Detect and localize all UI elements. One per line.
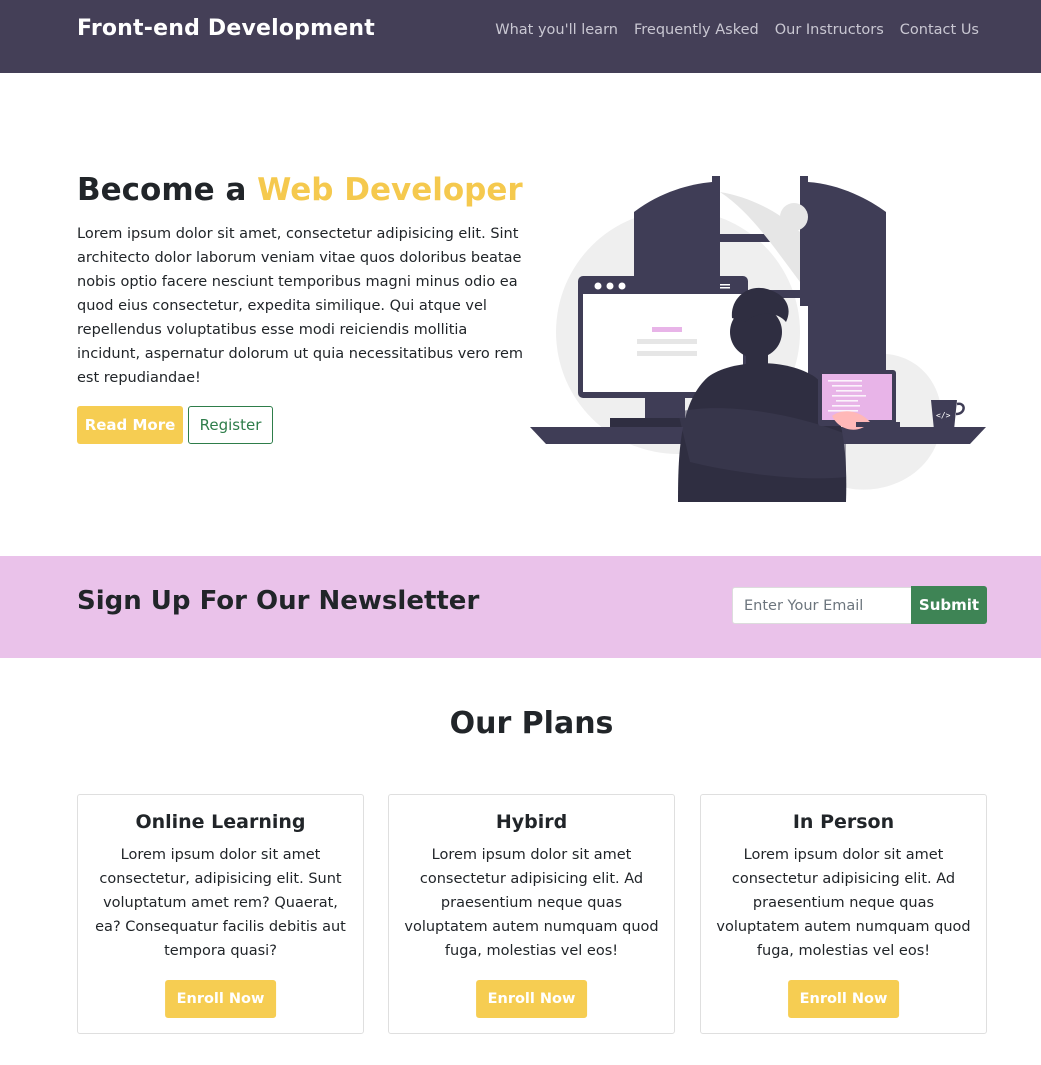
nav-link-what-youll-learn[interactable]: What you'll learn (495, 22, 618, 38)
nav-links: What you'll learn Frequently Asked Our I… (495, 22, 979, 38)
plan-card-in-person: In Person Lorem ipsum dolor sit amet con… (700, 794, 987, 1034)
register-button[interactable]: Register (188, 406, 273, 444)
newsletter-title: Sign Up For Our Newsletter (77, 586, 480, 616)
hero-title: Become a Web Developer (77, 172, 523, 208)
nav-link-contact-us[interactable]: Contact Us (900, 22, 979, 38)
plan-card-title: In Person (792, 811, 895, 833)
hero-title-accent: Web Developer (257, 172, 523, 208)
hero-description: Lorem ipsum dolor sit amet, consectetur … (77, 226, 524, 386)
developer-illustration: </> (530, 176, 986, 502)
plan-card-text: Lorem ipsum dolor sit amet consectetur a… (404, 847, 659, 959)
nav-link-frequently-asked[interactable]: Frequently Asked (634, 22, 759, 38)
plan-card-hybird: Hybird Lorem ipsum dolor sit amet consec… (388, 794, 675, 1034)
read-more-button[interactable]: Read More (77, 406, 183, 444)
plan-card-title: Online Learning (135, 811, 306, 833)
plan-card-online-learning: Online Learning Lorem ipsum dolor sit am… (77, 794, 364, 1034)
newsletter-section: Sign Up For Our Newsletter Submit (0, 556, 1041, 658)
brand-logo[interactable]: Front-end Development (77, 16, 375, 41)
plans-title: Our Plans (449, 706, 614, 741)
submit-button[interactable]: Submit (911, 586, 987, 624)
enroll-now-button[interactable]: Enroll Now (475, 980, 588, 1018)
plan-card-text: Lorem ipsum dolor sit amet consectetur a… (716, 847, 971, 959)
plan-card-text: Lorem ipsum dolor sit amet consectetur, … (95, 847, 346, 959)
hero-title-prefix: Become a (77, 172, 247, 208)
nav-link-our-instructors[interactable]: Our Instructors (775, 22, 884, 38)
svg-text:</>: </> (936, 411, 951, 420)
navbar: Front-end Development What you'll learn … (0, 0, 1041, 73)
enroll-now-button[interactable]: Enroll Now (164, 980, 277, 1018)
email-input[interactable] (732, 587, 912, 624)
plan-card-title: Hybird (495, 811, 568, 833)
enroll-now-button[interactable]: Enroll Now (787, 980, 900, 1018)
